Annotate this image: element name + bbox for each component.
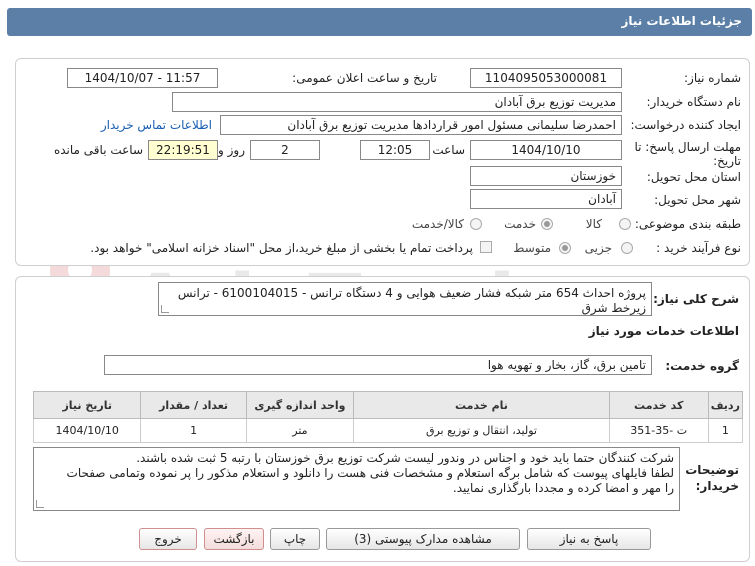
cell-need-date: 1404/10/10 — [32, 418, 142, 443]
reply-button[interactable]: پاسخ به نیاز — [527, 528, 651, 550]
services-table: ردیف کد خدمت نام خدمت واحد اندازه گیری ت… — [32, 391, 744, 443]
process-radio-medium[interactable] — [559, 242, 571, 254]
col-need-date: تاریخ نیاز — [32, 391, 142, 419]
category-radio-service[interactable] — [541, 218, 553, 230]
view-attachments-button[interactable]: مشاهده مدارک پیوستی (3) — [326, 528, 520, 550]
table-row[interactable]: 1 ت -35-351 تولید، انتقال و توزیع برق مت… — [32, 418, 744, 443]
process-label: نوع فرآیند خرید : — [656, 241, 741, 255]
exit-button[interactable]: خروج — [139, 528, 197, 550]
buyer-notes-resize-handle[interactable] — [36, 500, 44, 508]
category-radio-goods[interactable] — [619, 218, 631, 230]
cell-row-number: 1 — [707, 418, 744, 443]
col-service-code: کد خدمت — [608, 391, 709, 419]
process-minor-label: جزیی — [584, 241, 612, 255]
col-quantity: تعداد / مقدار — [140, 391, 247, 419]
col-unit: واحد اندازه گیری — [245, 391, 355, 419]
buyer-org-label: نام دستگاه خریدار: — [646, 95, 742, 109]
category-label: طبقه بندی موضوعی: — [634, 217, 741, 231]
remaining-time-field: 22:19:51 — [148, 140, 218, 160]
time-label: ساعت — [432, 143, 465, 157]
days-count-field[interactable]: 2 — [250, 140, 320, 160]
buyer-notes-field[interactable]: شرکت کنندگان حتما باید خود و اجناس در ون… — [33, 447, 680, 511]
table-header-row: ردیف کد خدمت نام خدمت واحد اندازه گیری ت… — [32, 391, 744, 419]
summary-text: پروژه احداث 654 متر شبکه فشار ضعیف هوایی… — [177, 286, 646, 315]
process-radio-minor[interactable] — [621, 242, 633, 254]
process-medium-label: متوسط — [513, 241, 551, 255]
need-number-field[interactable]: 1104095053000081 — [470, 68, 622, 88]
cell-service-code: ت -35-351 — [608, 418, 709, 443]
days-and-label: روز و — [218, 143, 245, 157]
buyer-notes-line-3: را مهر و امضا کرده و مجددا بارگذاری نمای… — [452, 481, 674, 495]
city-field[interactable]: آبادان — [470, 189, 622, 209]
city-label: شهر محل تحویل: — [654, 193, 741, 207]
creator-label: ایجاد کننده درخواست: — [630, 118, 741, 132]
deadline-time-field[interactable]: 12:05 — [360, 140, 430, 160]
cell-service-name: تولید، انتقال و توزیع برق — [353, 418, 610, 443]
summary-field[interactable]: پروژه احداث 654 متر شبکه فشار ضعیف هوایی… — [158, 282, 652, 316]
category-service-label: خدمت — [504, 217, 536, 231]
announce-datetime-field[interactable]: 1404/10/07 - 11:57 — [67, 68, 218, 88]
need-number-label: شماره نیاز: — [684, 71, 741, 85]
cell-unit: متر — [245, 418, 355, 443]
page-header: جزئیات اطلاعات نیاز — [0, 0, 755, 44]
buyer-notes-line-1: شرکت کنندگان حتما باید خود و اجناس در ون… — [136, 451, 674, 465]
cell-quantity: 1 — [140, 418, 247, 443]
back-button[interactable]: بازگشت — [204, 528, 264, 550]
province-field[interactable]: خوزستان — [470, 166, 622, 186]
deadline-date-field[interactable]: 1404/10/10 — [470, 140, 622, 160]
service-group-label: گروه خدمت: — [665, 359, 739, 373]
col-row-number: ردیف — [707, 391, 744, 419]
creator-field[interactable]: احمدرضا سلیمانی مسئول امور قراردادها مدی… — [220, 115, 622, 135]
buyer-notes-line-2: لطفا فایلهای پیوست که شامل برگه استعلام … — [66, 466, 674, 480]
buyer-org-field[interactable]: مدیریت توزیع برق آبادان — [172, 92, 622, 112]
deadline-label: مهلت ارسال پاسخ: تا تاریخ: — [634, 140, 741, 168]
service-group-field[interactable]: تامین برق، گاز، بخار و تهویه هوا — [104, 355, 652, 375]
summary-resize-handle[interactable] — [161, 305, 169, 313]
category-goods-label: کالا — [585, 217, 602, 231]
treasury-payment-note: پرداخت تمام یا بخشی از مبلغ خرید،از محل … — [90, 241, 473, 255]
buyer-contact-link[interactable]: اطلاعات تماس خریدار — [101, 118, 212, 132]
province-label: استان محل تحویل: — [646, 170, 741, 184]
treasury-payment-checkbox[interactable] — [480, 241, 492, 253]
services-section-title: اطلاعات خدمات مورد نیاز — [588, 324, 739, 338]
announce-datetime-label: تاریخ و ساعت اعلان عمومی: — [292, 71, 437, 85]
page-title: جزئیات اطلاعات نیاز — [7, 8, 752, 36]
print-button[interactable]: چاپ — [270, 528, 320, 550]
summary-label: شرح کلی نیاز: — [653, 292, 739, 306]
col-service-name: نام خدمت — [353, 391, 610, 419]
remaining-label: ساعت باقی مانده — [53, 143, 143, 157]
category-goods-service-label: کالا/خدمت — [411, 217, 464, 231]
category-radio-goods-service[interactable] — [470, 218, 482, 230]
